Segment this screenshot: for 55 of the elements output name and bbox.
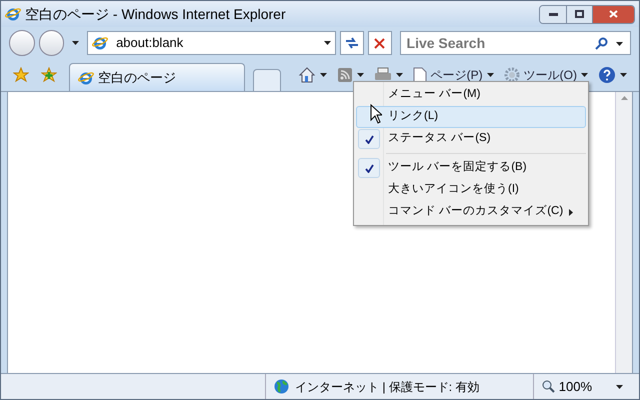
add-star-icon[interactable] xyxy=(41,67,57,83)
zone-text: インターネット | 保護モード: 有効 xyxy=(295,378,480,396)
page-icon[interactable] xyxy=(412,67,427,83)
caret-icon xyxy=(616,384,623,388)
menu-item[interactable]: ステータス バー(S) xyxy=(356,128,586,150)
new-tab-button[interactable] xyxy=(253,69,281,91)
search-icon[interactable] xyxy=(595,37,608,50)
caret-icon xyxy=(320,73,327,77)
star-icon[interactable] xyxy=(13,67,29,83)
submenu-arrow-icon xyxy=(569,208,573,216)
up-arrow-icon xyxy=(620,96,628,100)
tab[interactable]: 空白のページ xyxy=(69,63,245,91)
magnifier-icon xyxy=(542,380,555,393)
close-icon xyxy=(374,38,386,48)
scrollbar[interactable] xyxy=(615,92,632,373)
toolbar-menu[interactable]: ツール(O) xyxy=(524,66,577,84)
stop-button[interactable] xyxy=(368,31,392,55)
printer-icon[interactable] xyxy=(374,67,392,83)
search-field[interactable]: Live Search xyxy=(400,31,631,55)
caret-icon xyxy=(616,42,623,46)
caret-icon xyxy=(324,41,332,45)
caret-icon xyxy=(620,73,627,77)
menu-item[interactable]: ツール バーを固定する(B) xyxy=(356,157,586,179)
zoom-button[interactable]: 100% xyxy=(532,374,600,399)
feed-icon[interactable] xyxy=(336,67,353,83)
close-icon xyxy=(609,10,618,18)
back-button[interactable] xyxy=(9,30,35,56)
menu-item[interactable]: コマンド バーのカスタマイズ(C) xyxy=(356,201,586,223)
gear-icon[interactable] xyxy=(504,67,520,83)
caret-icon xyxy=(72,41,80,45)
caret-icon xyxy=(486,73,494,77)
caret-icon xyxy=(396,73,403,77)
toolbar-menu[interactable]: ページ(P) xyxy=(430,66,483,84)
maximize-button[interactable] xyxy=(566,6,592,22)
check-icon xyxy=(364,164,374,172)
menu-item[interactable]: リンク(L) xyxy=(356,106,586,128)
close-button[interactable] xyxy=(592,6,634,22)
forward-button[interactable] xyxy=(38,30,64,56)
help-icon[interactable] xyxy=(598,66,616,84)
globe-icon xyxy=(274,379,289,394)
mouse-pointer-icon xyxy=(370,104,382,124)
globe-e-icon xyxy=(92,35,108,51)
house-icon[interactable] xyxy=(298,66,316,84)
globe-e-icon xyxy=(78,70,94,86)
refresh-button[interactable] xyxy=(340,31,364,55)
caret-icon xyxy=(581,73,588,77)
minimize-button[interactable] xyxy=(540,6,566,22)
address-field[interactable]: about:blank xyxy=(87,31,336,55)
globe-e-icon xyxy=(5,6,21,22)
caret-icon xyxy=(356,73,364,77)
arrows-icon xyxy=(345,37,360,49)
check-icon xyxy=(364,134,374,144)
window-title: 空白のページ - Windows Internet Explorer xyxy=(25,4,286,24)
menu-item[interactable]: 大きいアイコンを使う(I) xyxy=(356,179,586,201)
menu-item[interactable]: メニュー バー(M) xyxy=(356,84,586,106)
